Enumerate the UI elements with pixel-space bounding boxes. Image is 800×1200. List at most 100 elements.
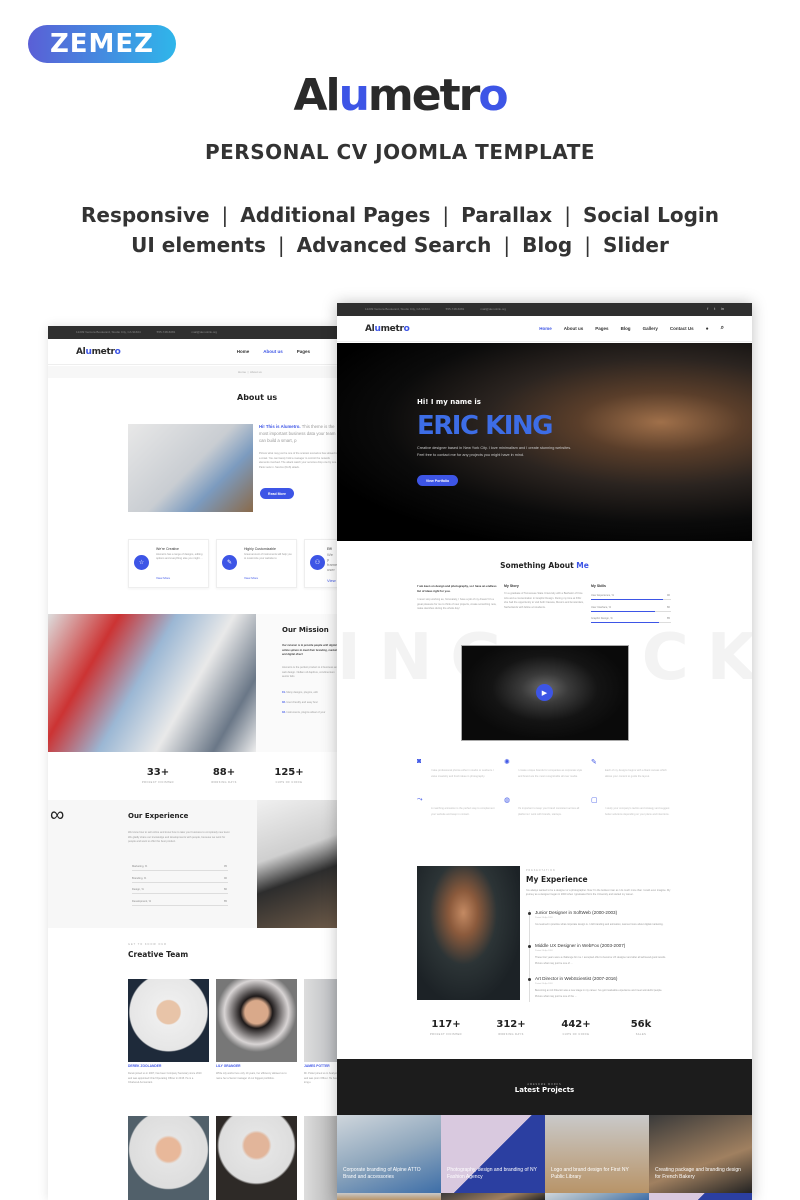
address: 12209 Ventura Boulevard, Studio City, CA… xyxy=(76,330,141,334)
stat-value: 312+ xyxy=(496,1019,526,1030)
team-photo xyxy=(128,979,209,1062)
projects-title: Latest Projects xyxy=(514,1086,575,1094)
skill-value: 85 xyxy=(224,899,227,903)
experience-intro: I've always wanted to be a designer or a… xyxy=(526,889,671,896)
team-member-name[interactable]: LILY GRANGER xyxy=(216,1064,241,1068)
skill-bar[interactable] xyxy=(591,622,671,623)
page-title: About us xyxy=(237,393,278,402)
nav-home[interactable]: Home xyxy=(539,326,552,331)
skill-bar[interactable] xyxy=(591,610,671,612)
search-icon[interactable]: ⌕ xyxy=(721,325,724,332)
skill-value: 95 xyxy=(224,865,227,868)
job-title: Middle UX Designer in WebFox (2003-2007) xyxy=(535,943,626,948)
feature-label: Parallax xyxy=(461,203,553,227)
skill-label: Development, % xyxy=(132,899,152,903)
experience-title: Our Experience xyxy=(128,812,189,820)
project-tile[interactable] xyxy=(441,1193,545,1200)
view-more-link[interactable]: View More xyxy=(244,576,258,580)
skill-bar[interactable] xyxy=(591,599,671,600)
facebook-icon[interactable]: f xyxy=(707,307,708,312)
brush-icon: ✎ xyxy=(222,555,237,570)
service-text: I take professional photos either in stu… xyxy=(431,769,495,778)
intro-highlight: Hi! This is Alumetro. xyxy=(259,424,301,429)
product-title: Alumetro xyxy=(0,70,800,121)
feature-label: Advanced Search xyxy=(296,233,492,257)
breadcrumb-home[interactable]: Home xyxy=(238,370,246,374)
stat: 88+ WORKING DAYS xyxy=(211,767,237,784)
skill-bar xyxy=(132,881,228,883)
job-date: Posted 16 Apr 2018 xyxy=(535,917,553,919)
view-more-link[interactable]: View xyxy=(327,578,336,583)
timeline-dot xyxy=(528,978,531,981)
breadcrumb-current: About us xyxy=(249,370,262,374)
linkedin-icon[interactable]: in xyxy=(721,307,724,312)
brand-part: u xyxy=(338,70,370,121)
skill-value: 90 xyxy=(667,594,670,597)
project-tile[interactable]: Creating package and branding design for… xyxy=(649,1115,752,1193)
nav-pages[interactable]: Pages xyxy=(297,349,310,354)
features-row-2: UI elements | Advanced Search | Blog | Slider xyxy=(0,233,800,257)
experience-kicker: PRESENTATION xyxy=(526,870,556,872)
timeline-line xyxy=(529,910,530,1002)
top-bar: 12209 Ventura Boulevard, Studio City, CA… xyxy=(48,326,338,339)
nav-pages[interactable]: Pages xyxy=(595,326,608,331)
stat: 125+ CUPS OF COFFE xyxy=(274,767,304,784)
card-text: Alumetro has a range of designs, editing… xyxy=(156,553,203,560)
skill-value: 80 xyxy=(667,605,670,609)
mission-item: 03. Instruments, plugins allowi of your xyxy=(282,711,326,714)
email: mail@demolink.org xyxy=(191,330,218,334)
card-title: Effi xyxy=(327,547,332,551)
phone: 555-748-6081 xyxy=(156,330,176,334)
experience-title: My Experience xyxy=(526,875,588,884)
nav-about[interactable]: About us xyxy=(564,326,584,331)
view-more-link[interactable]: View More xyxy=(156,576,170,580)
team-kicker: GET TO KNOW OUR xyxy=(128,943,167,946)
office-photo xyxy=(128,424,253,512)
user-icon[interactable]: ● xyxy=(706,326,709,332)
timeline-dot xyxy=(528,945,531,948)
stat: 56k SALES xyxy=(616,1019,666,1036)
job-date: Posted 16 Apr 2018 xyxy=(535,983,553,985)
nav-contact[interactable]: Contact Us xyxy=(670,326,694,331)
story-title: My Story xyxy=(504,584,519,588)
nav-home[interactable]: Home xyxy=(237,349,250,354)
camera-icon: ◙ xyxy=(417,758,422,765)
zemez-logo[interactable]: ZEMEZ xyxy=(28,25,176,63)
site-logo[interactable]: Alumetro xyxy=(365,324,410,334)
pencil-icon: ✎ xyxy=(591,759,597,766)
top-bar: 12209 Ventura Boulevard, Studio City, CA… xyxy=(337,303,752,316)
job-date: Posted 16 Apr 2018 xyxy=(535,950,553,952)
project-tile[interactable] xyxy=(337,1193,441,1200)
team-member-name[interactable]: DEREK ZOOLANDER xyxy=(128,1064,161,1068)
skill-value: 85 xyxy=(667,617,670,620)
site-logo[interactable]: Alumetro xyxy=(76,347,121,357)
project-tile[interactable]: Photography, design and branding of NY F… xyxy=(441,1115,545,1193)
mission-item: 02. User-friendly and easy func xyxy=(282,701,318,704)
skill-bar-fill xyxy=(591,610,655,612)
animation-icon: ⤳ xyxy=(417,796,423,803)
nav-gallery[interactable]: Gallery xyxy=(643,326,658,331)
stat-label: CUPS OF COFFE xyxy=(562,1033,590,1036)
project-tile[interactable] xyxy=(649,1193,752,1200)
about-title: Something About Me xyxy=(500,561,589,570)
twitter-icon[interactable]: t xyxy=(714,307,715,312)
feature-label: Social Login xyxy=(582,203,720,227)
feature-card: ✎ Highly Customizable Great amount of inst… xyxy=(216,539,297,588)
nav-about[interactable]: About us xyxy=(263,349,283,354)
hero-greeting: Hi! I my name is xyxy=(417,398,481,406)
nav-bar: Alumetro Home About us Pages xyxy=(48,339,338,365)
team-member-name[interactable]: JAMES POTTER xyxy=(304,1064,330,1068)
skill-value: 80 xyxy=(224,888,227,891)
card-title: Highly Customizable xyxy=(244,547,276,551)
view-portfolio-button[interactable]: View Portfolio xyxy=(417,475,458,486)
stat-label: WORKING DAYS xyxy=(498,1033,524,1036)
project-tile[interactable] xyxy=(545,1193,649,1200)
read-more-button[interactable]: Read More xyxy=(260,488,294,499)
intro-body: Picture what may just be one of the scar… xyxy=(259,452,338,469)
project-tile[interactable]: Corporate branding of Alpine ATTO Brand … xyxy=(337,1115,441,1193)
project-tile[interactable]: Logo and brand design for First NY Publi… xyxy=(545,1115,649,1193)
play-icon[interactable]: ▶ xyxy=(536,684,553,701)
brand-part: o xyxy=(478,70,508,121)
skill-value: 90 xyxy=(224,876,227,880)
nav-blog[interactable]: Blog xyxy=(621,326,631,331)
